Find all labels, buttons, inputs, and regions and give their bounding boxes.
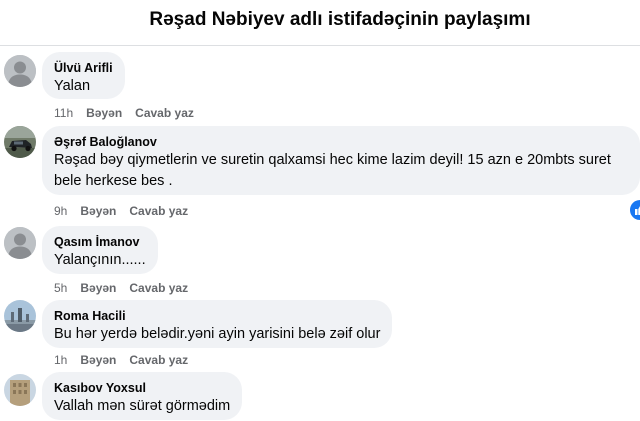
comment-actions: 11h Bəyən Cavab yaz bbox=[54, 106, 194, 120]
comment-actions: 1h Bəyən Cavab yaz bbox=[54, 353, 188, 367]
avatar[interactable] bbox=[4, 55, 36, 87]
comment-time[interactable]: 9h bbox=[54, 204, 67, 218]
reply-button[interactable]: Cavab yaz bbox=[129, 281, 188, 295]
like-button[interactable]: Bəyən bbox=[86, 106, 122, 120]
comment-actions: 9h Bəyən Cavab yaz bbox=[54, 204, 188, 218]
comment-text-line-2: bele herkese bes . bbox=[54, 173, 173, 189]
reply-button[interactable]: Cavab yaz bbox=[135, 106, 194, 120]
comment-bubble: Ülvü Arifli Yalan bbox=[42, 52, 125, 99]
comment-time[interactable]: 1h bbox=[54, 353, 67, 367]
thumbs-up-icon bbox=[635, 206, 640, 215]
like-button[interactable]: Bəyən bbox=[80, 204, 116, 218]
avatar[interactable] bbox=[4, 126, 36, 158]
comment-text: Yalan bbox=[54, 78, 91, 94]
avatar[interactable] bbox=[4, 227, 36, 259]
comment-text: Bu hər yerdə belədir.yəni ayin yarisini … bbox=[54, 326, 381, 342]
comment-text: Yalançının...... bbox=[54, 252, 146, 268]
comment-bubble: Qasım İmanov Yalançının...... bbox=[42, 226, 158, 274]
comment-author[interactable]: Kasıbov Yoxsul bbox=[54, 380, 230, 396]
comment-text-line-1: Rəşad bəy qiymetlerin ve suretin qalxams… bbox=[54, 152, 611, 168]
avatar[interactable] bbox=[4, 300, 36, 332]
comment-bubble: Əşrəf Baloğlanov Rəşad bəy qiymetlerin v… bbox=[42, 126, 640, 195]
comment-time[interactable]: 5h bbox=[54, 281, 67, 295]
comment-actions: 5h Bəyən Cavab yaz bbox=[54, 281, 188, 295]
reply-button[interactable]: Cavab yaz bbox=[129, 204, 188, 218]
comment-time[interactable]: 11h bbox=[54, 106, 73, 120]
comment-author[interactable]: Qasım İmanov bbox=[54, 234, 146, 250]
header-divider bbox=[0, 45, 640, 46]
city-photo-icon bbox=[4, 300, 36, 332]
comment-author[interactable]: Roma Hacili bbox=[54, 308, 380, 324]
like-icon[interactable] bbox=[628, 198, 640, 222]
page-header: Rəşad Nəbiyev adlı istifadəçinin paylaşı… bbox=[0, 0, 640, 40]
car-photo-icon bbox=[4, 126, 36, 158]
comment-author[interactable]: Ülvü Arifli bbox=[54, 60, 113, 76]
default-avatar-icon bbox=[4, 227, 36, 259]
comment-bubble: Kasıbov Yoxsul Vallah mən sürət görmədim bbox=[42, 372, 243, 420]
building-photo-icon bbox=[4, 374, 36, 406]
like-button[interactable]: Bəyən bbox=[80, 353, 116, 367]
comment-author[interactable]: Əşrəf Baloğlanov bbox=[54, 134, 628, 150]
page-title: Rəşad Nəbiyev adlı istifadəçinin paylaşı… bbox=[149, 9, 531, 30]
comment-text: Vallah mən sürət görmədim bbox=[54, 398, 231, 414]
like-button[interactable]: Bəyən bbox=[80, 281, 116, 295]
default-avatar-icon bbox=[4, 55, 36, 87]
reply-button[interactable]: Cavab yaz bbox=[129, 353, 188, 367]
comment-bubble: Roma Hacili Bu hər yerdə belədir.yəni ay… bbox=[42, 300, 393, 348]
avatar[interactable] bbox=[4, 374, 36, 406]
